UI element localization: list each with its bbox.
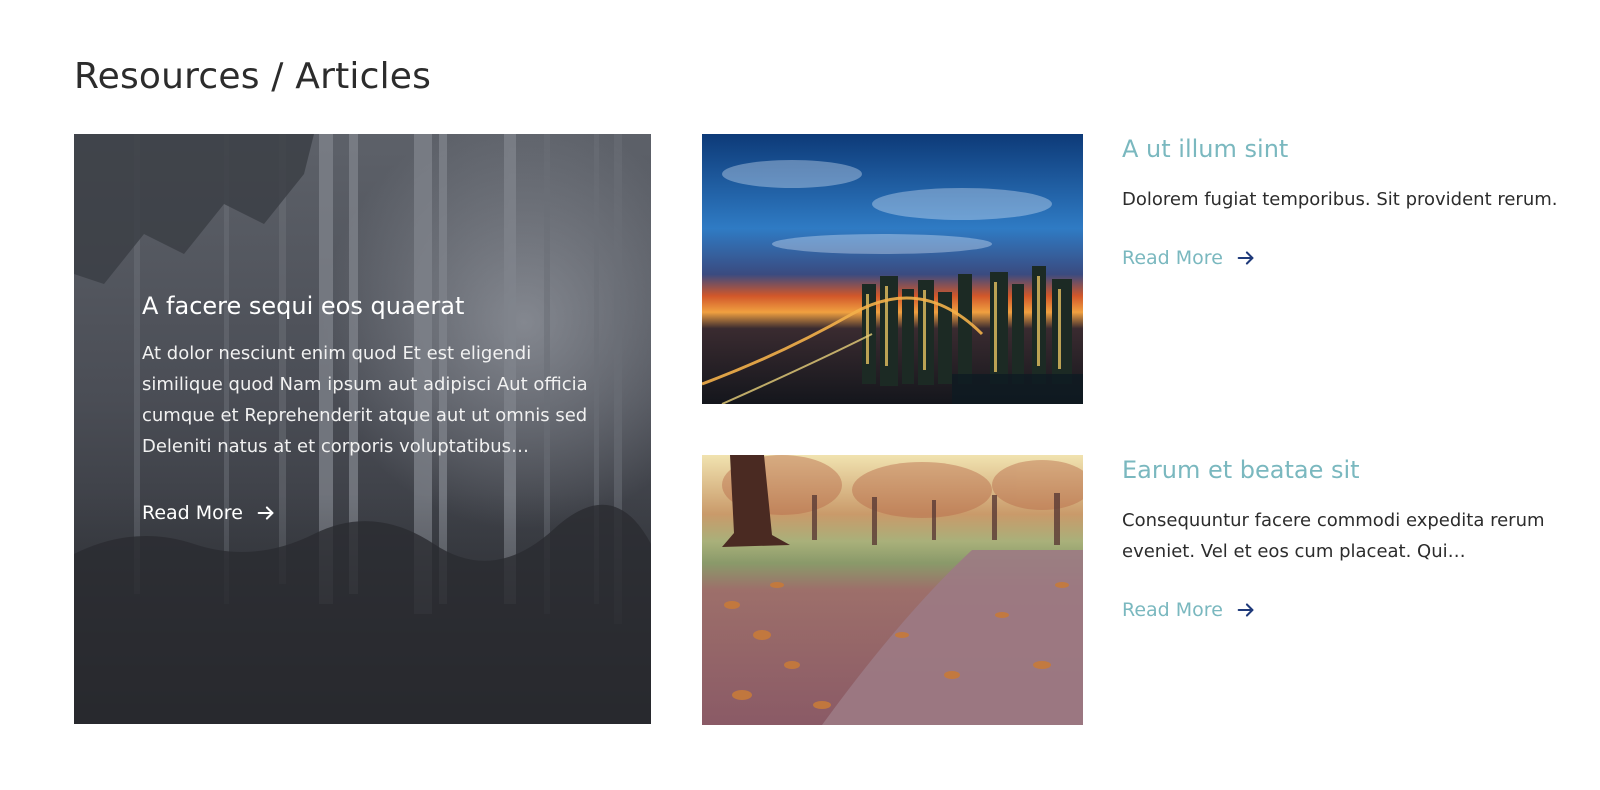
arrow-right-icon: [1237, 603, 1254, 617]
article-thumbnail[interactable]: [702, 455, 1083, 725]
read-more-label: Read More: [142, 502, 243, 524]
autumn-path-image: [702, 455, 1083, 725]
read-more-label: Read More: [1122, 247, 1223, 269]
arrow-right-icon: [1237, 251, 1254, 265]
featured-read-more-link[interactable]: Read More: [142, 502, 277, 524]
featured-article-card[interactable]: A facere sequi eos quaerat At dolor nesc…: [74, 134, 651, 724]
article-title[interactable]: Earum et beatae sit: [1122, 455, 1562, 485]
article-excerpt: Dolorem fugiat temporibus. Sit provident…: [1122, 189, 1558, 210]
page-title: Resources / Articles: [74, 56, 432, 97]
article-title[interactable]: A ut illum sint: [1122, 134, 1562, 164]
article-card[interactable]: Earum et beatae sit Consequuntur facere …: [702, 455, 1562, 725]
article-thumbnail[interactable]: [702, 134, 1083, 404]
article-card[interactable]: A ut illum sint Dolorem fugiat temporibu…: [702, 134, 1562, 404]
featured-article-title[interactable]: A facere sequi eos quaerat: [142, 290, 592, 322]
article-read-more-link[interactable]: Read More: [1122, 247, 1257, 269]
article-read-more-link[interactable]: Read More: [1122, 599, 1257, 621]
arrow-right-icon: [257, 506, 274, 520]
featured-article-excerpt: At dolor nesciunt enim quod Et est elige…: [142, 343, 588, 457]
article-excerpt: Consequuntur facere commodi expedita rer…: [1122, 510, 1545, 562]
city-skyline-image: [702, 134, 1083, 404]
read-more-label: Read More: [1122, 599, 1223, 621]
